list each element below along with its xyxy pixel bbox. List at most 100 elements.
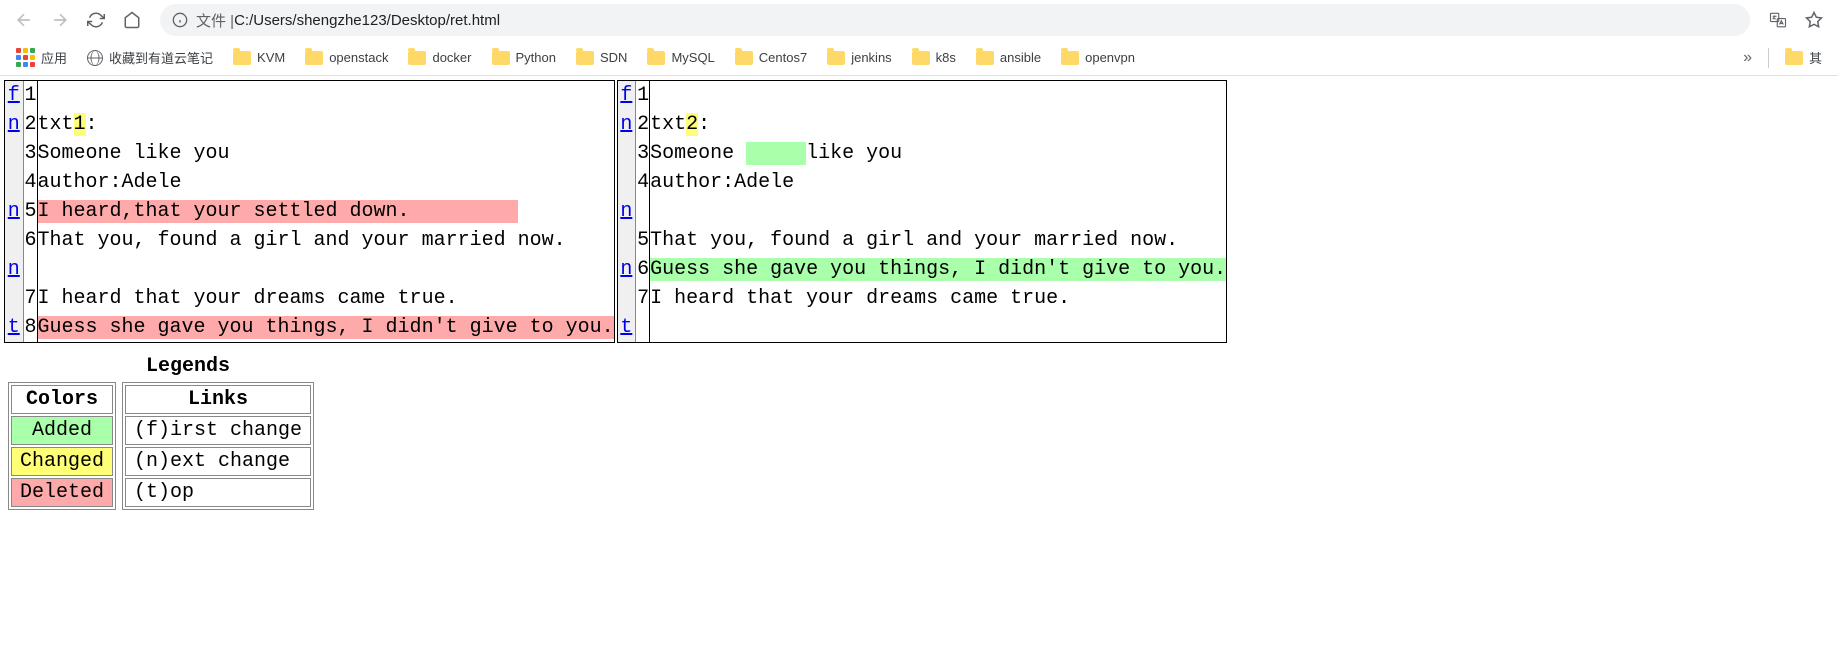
diff-nav-link[interactable]: n [620, 200, 632, 223]
bookmark-folder[interactable]: docker [400, 46, 479, 69]
diff-line-content [650, 197, 1227, 226]
bookmark-label: openvpn [1085, 50, 1135, 65]
diff-line-number [636, 313, 650, 342]
legend-link-cell: (t)op [125, 478, 311, 507]
url-text: C:/Users/shengzhe123/Desktop/ret.html [234, 12, 500, 29]
legend-link-cell: (n)ext change [125, 447, 311, 476]
forward-button[interactable] [44, 4, 76, 36]
bookmark-folder[interactable]: k8s [904, 46, 964, 69]
address-bar[interactable]: 文件 | C:/Users/shengzhe123/Desktop/ret.ht… [160, 4, 1750, 36]
diff-row: 3Someone like you [618, 139, 1227, 168]
bookmark-folder[interactable]: SDN [568, 46, 635, 69]
diff-link-col [5, 284, 23, 313]
diff-container: f1n2txt1:3Someone like you4author:Adelen… [0, 76, 1838, 347]
bookmark-label: Centos7 [759, 50, 807, 65]
bookmark-label: 收藏到有道云笔记 [109, 48, 213, 67]
home-button[interactable] [116, 4, 148, 36]
diff-row: 3Someone like you [5, 139, 614, 168]
bookmark-folder[interactable]: KVM [225, 46, 293, 69]
folder-icon [827, 51, 845, 65]
legends-title: Legends [8, 355, 368, 378]
diff-line-content [37, 255, 614, 284]
bookmark-other[interactable]: 其 [1777, 44, 1830, 71]
diff-line-number: 8 [23, 313, 37, 342]
diff-nav-link[interactable]: t [620, 316, 632, 339]
legend-color-cell: Changed [11, 447, 113, 476]
diff-line-number: 3 [636, 139, 650, 168]
bookmark-label: jenkins [851, 50, 891, 65]
diff-nav-link[interactable]: n [8, 113, 20, 136]
star-icon[interactable] [1798, 4, 1830, 36]
diff-link-col: f [5, 81, 23, 110]
diff-line-number: 2 [23, 110, 37, 139]
bookmark-folder[interactable]: MySQL [639, 46, 722, 69]
folder-icon [735, 51, 753, 65]
diff-nav-link[interactable]: f [620, 84, 632, 107]
translate-icon[interactable] [1762, 4, 1794, 36]
diff-row: 4author:Adele [5, 168, 614, 197]
diff-line-content: txt2: [650, 110, 1227, 139]
legend-link-cell: (f)irst change [125, 416, 311, 445]
bookmark-label: MySQL [671, 50, 714, 65]
diff-line-content: author:Adele [37, 168, 614, 197]
reload-button[interactable] [80, 4, 112, 36]
diff-line-content: txt1: [37, 110, 614, 139]
diff-row: t [618, 313, 1227, 342]
bookmark-label: k8s [936, 50, 956, 65]
bookmark-label: Python [516, 50, 556, 65]
diff-line-number: 4 [23, 168, 37, 197]
bookmark-folder[interactable]: openstack [297, 46, 396, 69]
diff-nav-link[interactable]: f [8, 84, 20, 107]
diff-line-content: I heard that your dreams came true. [37, 284, 614, 313]
diff-link-col [5, 139, 23, 168]
diff-line-content: That you, found a girl and your married … [37, 226, 614, 255]
bookmark-label: openstack [329, 50, 388, 65]
bookmark-youdao[interactable]: 收藏到有道云笔记 [79, 44, 221, 71]
diff-link-col: n [618, 255, 636, 284]
diff-link-col: t [5, 313, 23, 342]
diff-line-content: Someone like you [37, 139, 614, 168]
diff-nav-link[interactable]: n [8, 200, 20, 223]
diff-line-number: 3 [23, 139, 37, 168]
diff-line-number: 7 [23, 284, 37, 313]
bookmark-folder[interactable]: jenkins [819, 46, 899, 69]
diff-link-col: n [618, 110, 636, 139]
folder-icon [912, 51, 930, 65]
diff-row: n2txt2: [618, 110, 1227, 139]
folder-icon [976, 51, 994, 65]
apps-button[interactable]: 应用 [8, 44, 75, 71]
bookmarks-overflow[interactable]: » [1735, 49, 1760, 67]
apps-label: 应用 [41, 48, 67, 67]
back-button[interactable] [8, 4, 40, 36]
diff-line-number: 1 [636, 81, 650, 110]
diff-line-number: 2 [636, 110, 650, 139]
divider [1768, 48, 1769, 68]
bookmark-label: docker [432, 50, 471, 65]
folder-icon [492, 51, 510, 65]
bookmark-label: SDN [600, 50, 627, 65]
diff-line-number: 1 [23, 81, 37, 110]
bookmark-folder[interactable]: openvpn [1053, 46, 1143, 69]
diff-row: n6Guess she gave you things, I didn't gi… [618, 255, 1227, 284]
diff-nav-link[interactable]: n [620, 258, 632, 281]
bookmark-folder[interactable]: Centos7 [727, 46, 815, 69]
diff-link-col [618, 168, 636, 197]
diff-table-right: f1n2txt2:3Someone like you4author:Adelen… [618, 81, 1227, 342]
diff-line-content: Guess she gave you things, I didn't give… [37, 313, 614, 342]
diff-row: n5I heard,that your settled down. [5, 197, 614, 226]
bookmark-folder[interactable]: Python [484, 46, 564, 69]
bookmark-folder[interactable]: ansible [968, 46, 1049, 69]
diff-row: 4author:Adele [618, 168, 1227, 197]
diff-row: 7I heard that your dreams came true. [5, 284, 614, 313]
globe-icon [87, 50, 103, 66]
folder-icon [408, 51, 426, 65]
diff-nav-link[interactable]: n [620, 113, 632, 136]
diff-line-content [650, 81, 1227, 110]
diff-row: n [618, 197, 1227, 226]
diff-link-col: n [5, 255, 23, 284]
diff-nav-link[interactable]: t [8, 316, 20, 339]
folder-icon [1785, 51, 1803, 65]
diff-nav-link[interactable]: n [8, 258, 20, 281]
diff-line-number: 6 [636, 255, 650, 284]
diff-link-col: n [5, 110, 23, 139]
